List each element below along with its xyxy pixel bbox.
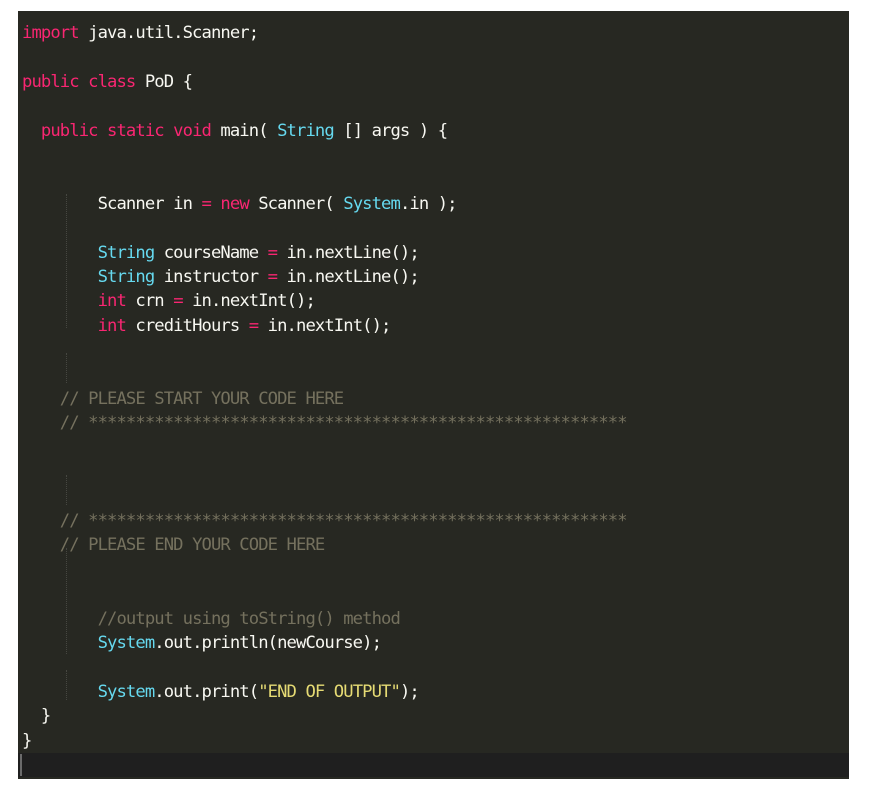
- keyword-token: =: [267, 267, 278, 287]
- code-token: in.nextInt();: [182, 291, 316, 312]
- code-token: in.nextLine();: [277, 267, 420, 287]
- code-token: courseName: [154, 242, 268, 263]
- code-line[interactable]: Scanner in = new Scanner( System.in );: [18, 192, 849, 216]
- code-line[interactable]: // PLEASE START YOUR CODE HERE: [18, 387, 849, 411]
- keyword-token: =: [201, 193, 212, 214]
- indent-guide: [66, 548, 67, 654]
- code-line[interactable]: [18, 216, 849, 240]
- string-token: "END OF OUTPUT": [258, 681, 401, 702]
- code-token: .in );: [399, 193, 458, 214]
- code-line[interactable]: [18, 582, 849, 606]
- code-line[interactable]: System.out.println(newCourse);: [18, 631, 849, 655]
- code-line[interactable]: // *************************************…: [18, 509, 849, 533]
- keyword-token: =: [173, 291, 183, 312]
- code-line[interactable]: System.out.print("END OF OUTPUT");: [18, 680, 849, 704]
- comment-token: // *************************************…: [59, 413, 628, 434]
- code-token: );: [399, 681, 420, 702]
- code-line[interactable]: import java.util.Scanner;: [18, 21, 849, 45]
- code-line[interactable]: [18, 45, 849, 69]
- code-line[interactable]: [18, 143, 849, 167]
- keyword-token: public static void: [40, 120, 212, 141]
- indent-guide: [66, 194, 67, 328]
- code-line[interactable]: [18, 167, 849, 191]
- code-token: instructor: [154, 267, 268, 287]
- code-token: creditHours: [125, 315, 249, 336]
- keyword-token: public class: [22, 71, 136, 92]
- type-token: String: [97, 242, 156, 263]
- indent-guide: [66, 670, 67, 700]
- code-line[interactable]: public static void main( String [] args …: [18, 119, 849, 143]
- keyword-token: int: [97, 315, 127, 336]
- code-token: in.nextLine();: [277, 242, 420, 263]
- code-token: crn: [125, 291, 174, 312]
- code-line[interactable]: // *************************************…: [18, 411, 849, 435]
- code-line[interactable]: int crn = in.nextInt();: [18, 289, 849, 313]
- code-token: in.nextInt();: [258, 315, 392, 336]
- code-line[interactable]: }: [18, 704, 849, 728]
- indent-guide: [66, 353, 67, 383]
- code-line[interactable]: int creditHours = in.nextInt();: [18, 314, 849, 338]
- comment-token: // *************************************…: [59, 511, 628, 531]
- code-line[interactable]: public class PoD {: [18, 70, 849, 94]
- code-token: PoD {: [135, 71, 193, 92]
- code-line[interactable]: String courseName = in.nextLine();: [18, 241, 849, 265]
- text-cursor: [20, 754, 22, 776]
- code-token: }: [22, 706, 51, 727]
- keyword-token: import: [22, 23, 80, 43]
- type-token: String: [97, 267, 156, 287]
- type-token: System: [343, 193, 401, 214]
- code-editor[interactable]: import java.util.Scanner; public class Po…: [18, 11, 849, 779]
- code-token: java.util.Scanner;: [78, 23, 259, 43]
- code-token: main(: [210, 120, 278, 141]
- type-token: String: [277, 120, 335, 141]
- comment-token: //output using toString() method: [97, 608, 401, 629]
- keyword-token: =: [248, 315, 259, 336]
- code-token: .out.print(: [154, 681, 259, 702]
- code-line[interactable]: [18, 436, 849, 460]
- code-token: Scanner in: [22, 193, 202, 214]
- code-line[interactable]: [18, 655, 849, 679]
- keyword-token: =: [267, 242, 278, 263]
- code-token: Scanner(: [248, 193, 344, 214]
- comment-token: // PLEASE END YOUR CODE HERE: [59, 535, 325, 556]
- code-line[interactable]: [18, 363, 849, 387]
- code-token: }: [22, 730, 32, 751]
- code-line[interactable]: [18, 94, 849, 118]
- code-line[interactable]: // PLEASE END YOUR CODE HERE: [18, 533, 849, 557]
- code-line[interactable]: //output using toString() method: [18, 607, 849, 631]
- keyword-token: new: [220, 193, 249, 214]
- code-line[interactable]: [18, 460, 849, 484]
- code-line[interactable]: [18, 753, 849, 778]
- code-line[interactable]: [18, 338, 849, 362]
- code-line[interactable]: [18, 485, 849, 509]
- keyword-token: int: [97, 291, 127, 312]
- comment-token: // PLEASE START YOUR CODE HERE: [59, 389, 344, 409]
- type-token: System: [97, 633, 156, 653]
- code-token: [] args ) {: [333, 120, 448, 141]
- code-line[interactable]: [18, 558, 849, 582]
- code-token: .out.println(newCourse);: [154, 633, 382, 653]
- code-line[interactable]: String instructor = in.nextLine();: [18, 265, 849, 289]
- indent-guide: [66, 475, 67, 505]
- code-line[interactable]: }: [18, 729, 849, 753]
- type-token: System: [97, 681, 156, 702]
